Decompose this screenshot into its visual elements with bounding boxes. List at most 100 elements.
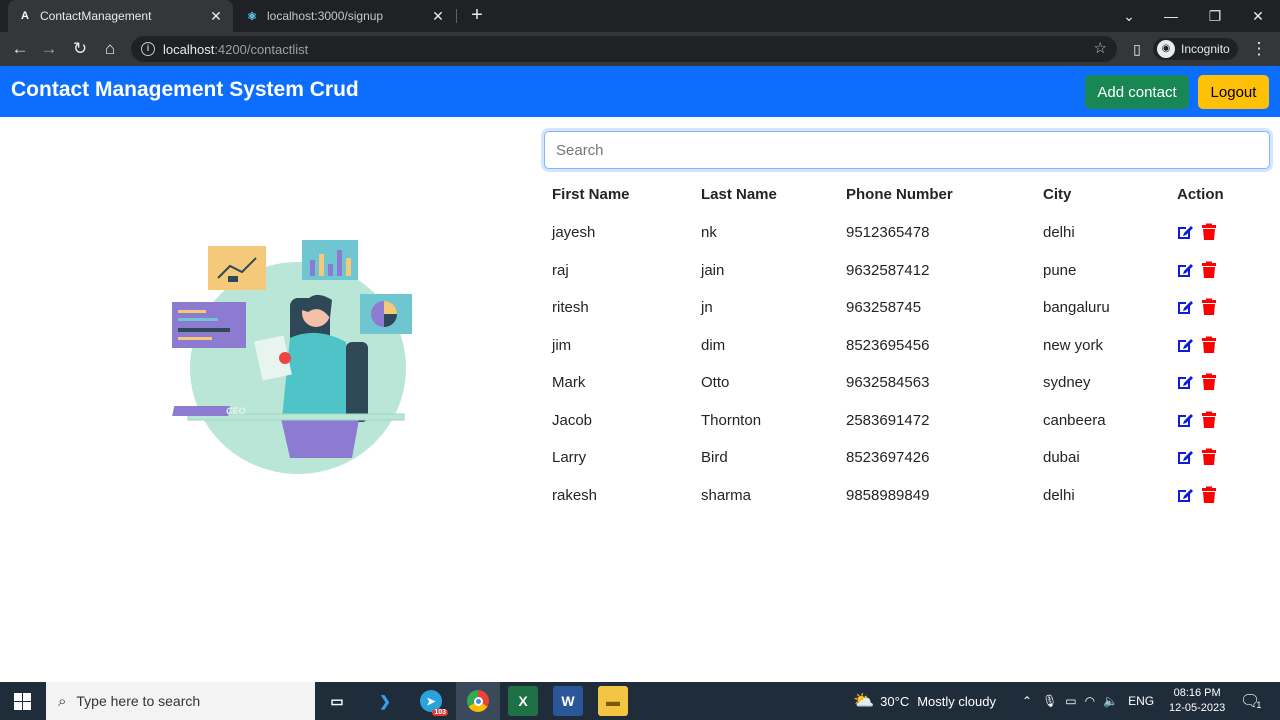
bookmark-star-icon[interactable]: ☆ bbox=[1094, 39, 1107, 57]
windows-start-icon[interactable] bbox=[14, 693, 31, 710]
last-name-cell: Thornton bbox=[701, 411, 762, 429]
volume-icon[interactable]: 🔈 bbox=[1103, 694, 1118, 708]
edit-icon[interactable] bbox=[1176, 448, 1194, 466]
tab-signup[interactable]: ⚛ localhost:3000/signup ✕ bbox=[235, 0, 455, 32]
city-cell: bangaluru bbox=[1043, 299, 1110, 316]
side-panel-icon[interactable]: ▯ bbox=[1125, 37, 1149, 61]
delete-icon[interactable] bbox=[1200, 336, 1218, 354]
city-cell: dubai bbox=[1043, 449, 1080, 466]
back-icon[interactable]: ← bbox=[8, 37, 32, 61]
minimize-icon[interactable]: — bbox=[1150, 0, 1192, 32]
last-name-cell: Bird bbox=[701, 449, 728, 466]
delete-icon[interactable] bbox=[1200, 486, 1218, 504]
last-name-cell: jain bbox=[701, 261, 725, 279]
delete-icon[interactable] bbox=[1200, 223, 1218, 241]
close-tab-icon[interactable]: ✕ bbox=[431, 8, 445, 25]
header-action: Action bbox=[1177, 186, 1224, 203]
home-icon[interactable]: ⌂ bbox=[98, 37, 122, 61]
tab-contactmanagement[interactable]: A ContactManagement ✕ bbox=[8, 0, 233, 32]
clock-date: 12-05-2023 bbox=[1169, 702, 1226, 714]
edit-icon[interactable] bbox=[1176, 298, 1194, 316]
cloudy-weather-icon: ⛅ bbox=[853, 691, 875, 710]
delete-icon[interactable] bbox=[1200, 261, 1218, 279]
add-contact-button[interactable]: Add contact bbox=[1085, 75, 1189, 109]
last-name-cell: dim bbox=[701, 336, 726, 354]
language-indicator[interactable]: ENG bbox=[1128, 694, 1154, 708]
search-icon: ⌕ bbox=[58, 692, 67, 710]
maximize-icon[interactable]: ❐ bbox=[1194, 0, 1236, 32]
notification-center[interactable]: 🗨 1 bbox=[1240, 682, 1261, 720]
telegram-badge: 103 bbox=[432, 709, 448, 716]
close-tab-icon[interactable]: ✕ bbox=[209, 8, 223, 25]
clock[interactable]: 08:16 PM 12-05-2023 bbox=[1169, 682, 1225, 720]
delete-icon[interactable] bbox=[1200, 411, 1218, 429]
city-cell: new york bbox=[1043, 336, 1104, 354]
phone-cell: 963258745 bbox=[846, 299, 922, 316]
chrome-icon[interactable] bbox=[456, 682, 500, 720]
phone-cell: 9632584563 bbox=[846, 374, 930, 391]
edit-icon[interactable] bbox=[1176, 486, 1194, 504]
file-explorer-icon[interactable]: ▬ bbox=[598, 686, 628, 716]
city-cell: canbeera bbox=[1043, 411, 1106, 429]
edit-icon[interactable] bbox=[1176, 336, 1194, 354]
edit-icon[interactable] bbox=[1176, 411, 1194, 429]
phone-cell: 8523697426 bbox=[846, 449, 930, 466]
phone-cell: 9858989849 bbox=[846, 486, 930, 504]
phone-cell: 8523695456 bbox=[846, 336, 930, 354]
incognito-icon: ◉ bbox=[1157, 40, 1175, 58]
incognito-profile[interactable]: ◉ Incognito bbox=[1153, 38, 1238, 60]
new-tab-icon[interactable]: + bbox=[466, 4, 488, 26]
close-window-icon[interactable]: ✕ bbox=[1237, 0, 1279, 32]
forward-icon[interactable]: → bbox=[37, 37, 61, 61]
city-cell: sydney bbox=[1043, 374, 1091, 391]
excel-icon[interactable]: X bbox=[508, 686, 538, 716]
reload-icon[interactable]: ↻ bbox=[68, 37, 92, 61]
clock-time: 08:16 PM bbox=[1173, 687, 1221, 699]
ceo-badge-text: CEO bbox=[226, 406, 246, 416]
last-name-cell: sharma bbox=[701, 486, 752, 504]
phone-cell: 9512365478 bbox=[846, 224, 930, 241]
word-icon[interactable]: W bbox=[553, 686, 583, 716]
microphone-icon[interactable]: 🎙 bbox=[1042, 694, 1057, 708]
edit-icon[interactable] bbox=[1176, 373, 1194, 391]
first-name-cell: Mark bbox=[552, 374, 586, 391]
phone-cell: 2583691472 bbox=[846, 411, 930, 429]
wifi-icon[interactable]: ◠ bbox=[1085, 694, 1095, 708]
city-cell: delhi bbox=[1043, 486, 1075, 504]
edit-icon[interactable] bbox=[1176, 223, 1194, 241]
edit-icon[interactable] bbox=[1176, 261, 1194, 279]
last-name-cell: jn bbox=[701, 299, 713, 316]
react-icon: ⚛ bbox=[247, 10, 257, 23]
telegram-icon[interactable]: ➤ 103 bbox=[416, 686, 448, 716]
taskbar-search[interactable]: ⌕ Type here to search bbox=[46, 682, 315, 720]
last-name-cell: nk bbox=[701, 224, 717, 241]
tab-separator bbox=[456, 9, 457, 23]
first-name-cell: rakesh bbox=[552, 486, 598, 504]
delete-icon[interactable] bbox=[1200, 373, 1218, 391]
header-phone-number: Phone Number bbox=[846, 186, 953, 203]
search-input[interactable] bbox=[544, 131, 1270, 169]
task-view-icon[interactable]: ▭ bbox=[322, 686, 352, 716]
city-cell: delhi bbox=[1043, 224, 1075, 241]
weather-widget[interactable]: ⛅ 30°C Mostly cloudy bbox=[853, 682, 996, 720]
delete-icon[interactable] bbox=[1200, 448, 1218, 466]
site-info-icon[interactable]: i bbox=[141, 42, 155, 56]
first-name-cell: ritesh bbox=[552, 299, 589, 316]
show-hidden-icons-icon[interactable]: ⌃ bbox=[1022, 694, 1032, 708]
vscode-icon[interactable]: ❯ bbox=[370, 686, 400, 716]
address-bar[interactable]: i localhost:4200/contactlist ☆ bbox=[131, 36, 1117, 62]
phone-cell: 9632587412 bbox=[846, 261, 930, 279]
ceo-illustration: CEO bbox=[172, 240, 412, 474]
header-city: City bbox=[1043, 186, 1072, 203]
first-name-cell: Jacob bbox=[552, 411, 593, 429]
weather-desc: Mostly cloudy bbox=[917, 693, 996, 709]
tab-title: ContactManagement bbox=[40, 9, 152, 23]
browser-menu-icon[interactable]: ⋮ bbox=[1247, 37, 1271, 61]
delete-icon[interactable] bbox=[1200, 298, 1218, 316]
url-text: localhost:4200/contactlist bbox=[163, 41, 309, 57]
app-brand[interactable]: Contact Management System Crud bbox=[11, 78, 359, 102]
last-name-cell: Otto bbox=[701, 374, 730, 391]
logout-button[interactable]: Logout bbox=[1198, 75, 1269, 109]
tab-search-icon[interactable]: ⌄ bbox=[1108, 0, 1150, 32]
battery-icon[interactable]: ▭ bbox=[1065, 694, 1076, 708]
